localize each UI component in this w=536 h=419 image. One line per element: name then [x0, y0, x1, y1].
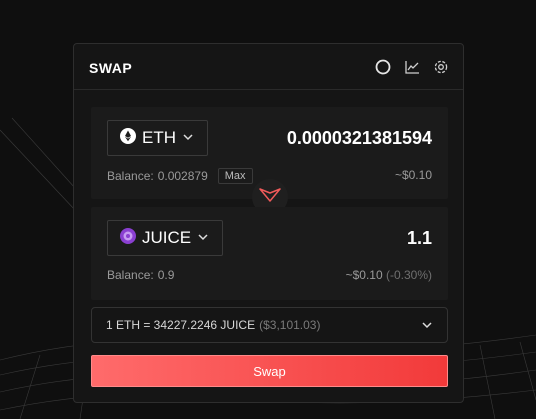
panel-header: SWAP — [74, 44, 463, 90]
swap-direction-icon — [259, 187, 281, 208]
refresh-icon[interactable] — [374, 58, 391, 75]
from-balance-value: 0.002879 — [157, 169, 208, 183]
swap-button[interactable]: Swap — [91, 355, 448, 387]
from-token-selector[interactable]: ETH — [107, 120, 208, 156]
page-title: SWAP — [89, 60, 133, 76]
exchange-rate-row[interactable]: 1 ETH = 34227.2246 JUICE ($3,101.03) — [91, 307, 448, 343]
chevron-down-icon — [182, 128, 194, 148]
chart-icon[interactable] — [403, 58, 420, 75]
to-usd-value: ~$0.10 (-0.30%) — [346, 268, 432, 282]
swap-panel: SWAP ETH 0.0000321381594 Balance: 0.0028… — [73, 43, 464, 403]
to-usd-amount: ~$0.10 — [345, 268, 383, 282]
from-balance: Balance: 0.002879 Max — [107, 168, 253, 184]
price-impact: (-0.30%) — [385, 268, 432, 282]
from-usd-value: ~$0.10 — [394, 168, 432, 182]
to-token-label: JUICE — [142, 228, 192, 247]
to-balance: Balance: 0.9 — [107, 268, 174, 282]
from-balance-label: Balance: — [107, 169, 154, 183]
max-button[interactable]: Max — [217, 168, 253, 184]
header-actions — [374, 58, 449, 75]
exchange-rate-usd: ($3,101.03) — [259, 318, 321, 332]
to-amount[interactable]: 1.1 — [407, 228, 432, 249]
to-token-selector[interactable]: JUICE — [107, 220, 224, 256]
settings-icon[interactable] — [432, 58, 449, 75]
from-amount[interactable]: 0.0000321381594 — [287, 128, 432, 149]
eth-icon — [120, 127, 136, 149]
exchange-rate-text: 1 ETH = 34227.2246 JUICE — [106, 318, 256, 332]
to-balance-label: Balance: — [107, 268, 154, 282]
to-balance-value: 0.9 — [157, 268, 175, 282]
juice-icon — [120, 227, 136, 249]
to-card: JUICE 1.1 Balance: 0.9 ~$0.10 (-0.30%) — [91, 207, 448, 300]
chevron-down-icon — [421, 319, 433, 334]
from-token-label: ETH — [142, 128, 176, 147]
chevron-down-icon — [197, 228, 209, 248]
